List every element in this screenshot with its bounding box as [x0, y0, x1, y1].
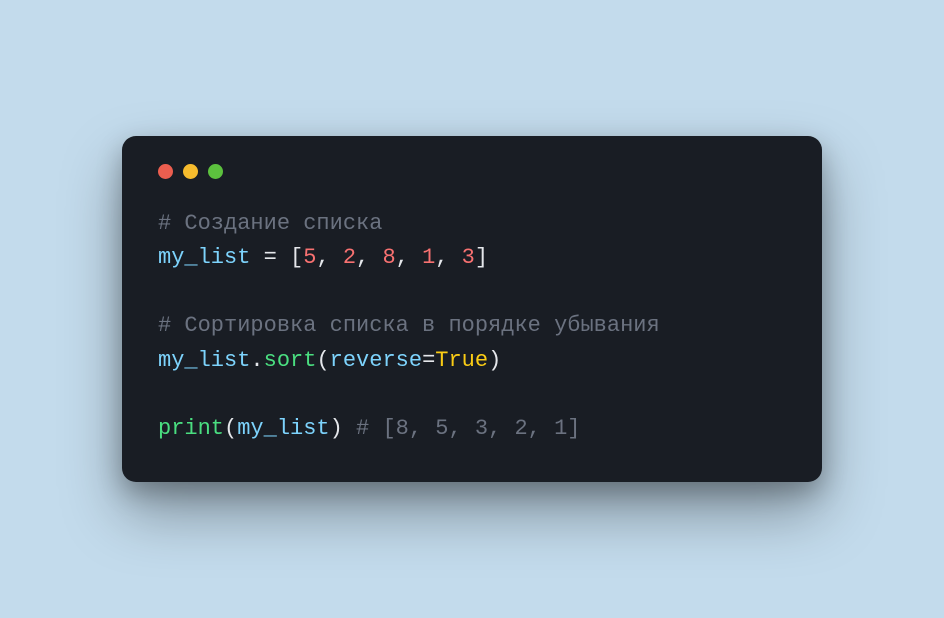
code-number: 8 — [382, 245, 395, 270]
code-comma: , — [435, 245, 461, 270]
code-variable: my_list — [158, 245, 250, 270]
code-argument: reverse — [330, 348, 422, 373]
code-operator: = — [422, 348, 435, 373]
code-variable: my_list — [158, 348, 250, 373]
code-comment: # Сортировка списка в порядке убывания — [158, 313, 660, 338]
code-bracket: ] — [475, 245, 488, 270]
code-number: 2 — [343, 245, 356, 270]
close-icon[interactable] — [158, 164, 173, 179]
maximize-icon[interactable] — [208, 164, 223, 179]
code-block: # Создание списка my_list = [5, 2, 8, 1,… — [158, 207, 786, 446]
code-comma: , — [316, 245, 342, 270]
code-paren: ) — [330, 416, 343, 441]
code-paren: ( — [224, 416, 237, 441]
code-text — [250, 245, 263, 270]
code-function: print — [158, 416, 224, 441]
code-text — [343, 416, 356, 441]
code-dot: . — [250, 348, 263, 373]
code-paren: ( — [316, 348, 329, 373]
minimize-icon[interactable] — [183, 164, 198, 179]
code-comma: , — [356, 245, 382, 270]
code-comment: # [8, 5, 3, 2, 1] — [356, 416, 580, 441]
code-comma: , — [396, 245, 422, 270]
code-bracket: [ — [290, 245, 303, 270]
code-variable: my_list — [237, 416, 329, 441]
code-text — [277, 245, 290, 270]
code-window: # Создание списка my_list = [5, 2, 8, 1,… — [122, 136, 822, 482]
code-number: 1 — [422, 245, 435, 270]
code-comment: # Создание списка — [158, 211, 382, 236]
code-method: sort — [264, 348, 317, 373]
code-number: 5 — [303, 245, 316, 270]
code-paren: ) — [488, 348, 501, 373]
window-titlebar — [158, 164, 786, 179]
code-boolean: True — [435, 348, 488, 373]
code-operator: = — [264, 245, 277, 270]
code-number: 3 — [462, 245, 475, 270]
